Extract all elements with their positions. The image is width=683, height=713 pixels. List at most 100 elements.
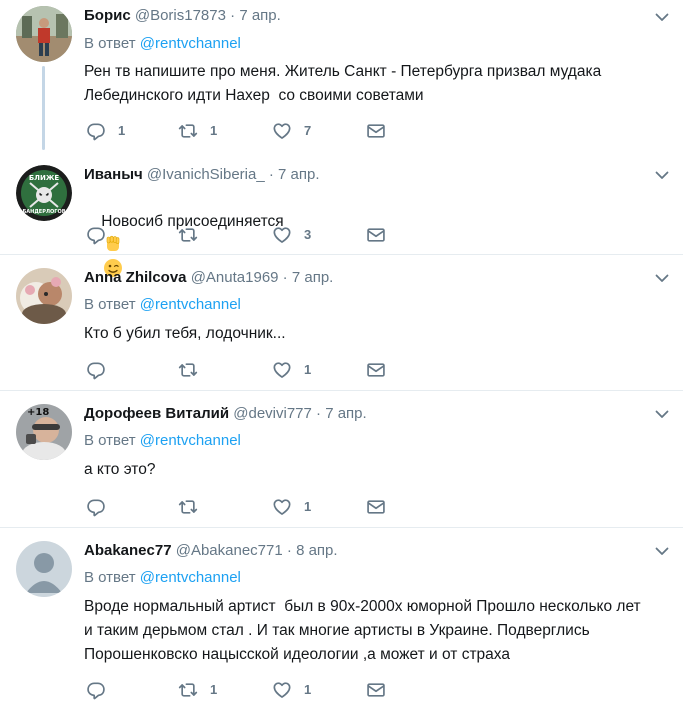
avatar[interactable] <box>16 6 72 62</box>
retweet-button[interactable]: 1 <box>178 121 217 141</box>
tweet-timestamp[interactable]: 8 апр. <box>296 542 337 559</box>
retweet-icon <box>178 225 198 245</box>
avatar[interactable]: +18 <box>16 404 72 460</box>
retweet-icon <box>178 360 198 380</box>
direct-message-button[interactable] <box>366 497 386 517</box>
reply-context: В ответ @rentvchannel <box>84 568 241 588</box>
reply-icon <box>86 680 106 700</box>
like-button[interactable]: 3 <box>272 225 311 245</box>
tweet-header: Иваныч @IvanichSiberia_ · 7 апр. <box>84 165 320 185</box>
tweet-text: а кто это? <box>84 461 156 478</box>
reply-button[interactable]: 1 <box>86 121 125 141</box>
avatar-image <box>16 6 72 62</box>
avatar[interactable]: БЛИЖЕ БАНДЕРЛОГОВ <box>16 165 72 221</box>
retweet-button[interactable]: 1 <box>178 680 217 700</box>
direct-message-button[interactable] <box>366 225 386 245</box>
reply-context: В ответ @rentvchannel <box>84 34 241 54</box>
separator-dot: · <box>286 542 292 559</box>
chevron-down-icon[interactable] <box>655 407 669 421</box>
heart-icon <box>272 360 292 380</box>
author-name[interactable]: Abakanec77 <box>84 542 172 559</box>
retweet-button[interactable] <box>178 497 210 517</box>
chevron-down-icon[interactable] <box>655 271 669 285</box>
direct-message-button[interactable] <box>366 680 386 700</box>
avatar-image <box>16 268 72 324</box>
reply-handle-link[interactable]: @rentvchannel <box>140 569 241 586</box>
reply-handle-link[interactable]: @rentvchannel <box>140 432 241 449</box>
reply-handle-link[interactable]: @rentvchannel <box>140 296 241 313</box>
thread-line <box>42 66 45 150</box>
separator-dot: · <box>268 166 274 183</box>
reply-prefix: В ответ <box>84 296 140 313</box>
envelope-icon <box>366 497 386 517</box>
reply-prefix: В ответ <box>84 35 140 52</box>
envelope-icon <box>366 225 386 245</box>
retweet-button[interactable] <box>178 225 210 245</box>
author-name[interactable]: Борис <box>84 7 131 24</box>
tweet-timestamp[interactable]: 7 апр. <box>292 269 333 286</box>
retweet-button[interactable] <box>178 360 210 380</box>
chevron-down-icon[interactable] <box>655 10 669 24</box>
author-name[interactable]: Дорофеев Виталий <box>84 405 229 422</box>
like-button[interactable]: 1 <box>272 360 311 380</box>
envelope-icon <box>366 360 386 380</box>
avatar-image: +18 <box>16 404 72 460</box>
retweet-icon <box>178 121 198 141</box>
author-handle[interactable]: @devivi777 <box>233 405 312 422</box>
like-button[interactable]: 1 <box>272 497 311 517</box>
direct-message-button[interactable] <box>366 121 386 141</box>
reply-prefix: В ответ <box>84 569 140 586</box>
like-button[interactable]: 7 <box>272 121 311 141</box>
reply-icon <box>86 497 106 517</box>
tweet-timestamp[interactable]: 7 апр. <box>239 7 280 24</box>
reply-icon <box>86 225 106 245</box>
separator-dot: · <box>316 405 322 422</box>
reply-button[interactable] <box>86 680 118 700</box>
tweet-ivanych[interactable]: БЛИЖЕ БАНДЕРЛОГОВ Иваныч @IvanichSiberia… <box>0 150 683 277</box>
reply-button[interactable] <box>86 360 118 380</box>
chevron-down-icon[interactable] <box>655 168 669 182</box>
avatar[interactable] <box>16 541 72 597</box>
separator-dot: · <box>230 7 236 24</box>
direct-message-button[interactable] <box>366 360 386 380</box>
like-button[interactable]: 1 <box>272 680 311 700</box>
chevron-down-icon[interactable] <box>655 544 669 558</box>
author-name[interactable]: Иваныч <box>84 166 143 183</box>
author-name[interactable]: Anna Zhilcova <box>84 269 187 286</box>
tweet-timestamp[interactable]: 7 апр. <box>325 405 366 422</box>
reply-button[interactable] <box>86 497 118 517</box>
reply-context: В ответ @rentvchannel <box>84 431 241 451</box>
tweet-timestamp[interactable]: 7 апр. <box>278 166 319 183</box>
author-handle[interactable]: @Anuta1969 <box>191 269 279 286</box>
tweet-text: Рен тв напишите про меня. Житель Санкт -… <box>84 63 602 104</box>
retweet-icon <box>178 497 198 517</box>
like-count: 1 <box>304 362 312 377</box>
default-avatar-icon <box>16 541 72 597</box>
reply-button[interactable] <box>86 225 118 245</box>
reply-icon <box>86 121 106 141</box>
retweet-icon <box>178 680 198 700</box>
avatar-image: БЛИЖЕ БАНДЕРЛОГОВ <box>16 165 72 221</box>
reply-count: 1 <box>118 123 126 138</box>
avatar-text-bottom: БАНДЕРЛОГОВ <box>22 209 65 215</box>
reply-handle-link[interactable]: @rentvchannel <box>140 35 241 52</box>
author-handle[interactable]: @IvanichSiberia_ <box>147 166 265 183</box>
tweet-abakanec[interactable]: Abakanec77 @Abakanec771 · 8 апр. В ответ… <box>0 528 683 713</box>
reply-context: В ответ @rentvchannel <box>84 295 241 315</box>
avatar-text-top: БЛИЖЕ <box>29 174 60 182</box>
tweet-dorofeev[interactable]: +18 Дорофеев Виталий @devivi777 · 7 апр.… <box>0 391 683 527</box>
author-handle[interactable]: @Boris17873 <box>135 7 226 24</box>
tweet-anna[interactable]: Anna Zhilcova @Anuta1969 · 7 апр. В отве… <box>0 255 683 390</box>
reply-prefix: В ответ <box>84 432 140 449</box>
tweet-header: Борис @Boris17873 · 7 апр. <box>84 6 281 26</box>
avatar[interactable] <box>16 268 72 324</box>
separator-dot: · <box>282 269 288 286</box>
like-count: 3 <box>304 227 312 242</box>
tweet-boris[interactable]: Борис @Boris17873 · 7 апр. В ответ @rent… <box>0 0 683 150</box>
heart-icon <box>272 121 292 141</box>
author-handle[interactable]: @Abakanec771 <box>176 542 283 559</box>
tweet-text: Кто б убил тебя, лодочник... <box>84 325 286 342</box>
tweet-header: Дорофеев Виталий @devivi777 · 7 апр. <box>84 404 367 424</box>
reply-icon <box>86 360 106 380</box>
envelope-icon <box>366 121 386 141</box>
